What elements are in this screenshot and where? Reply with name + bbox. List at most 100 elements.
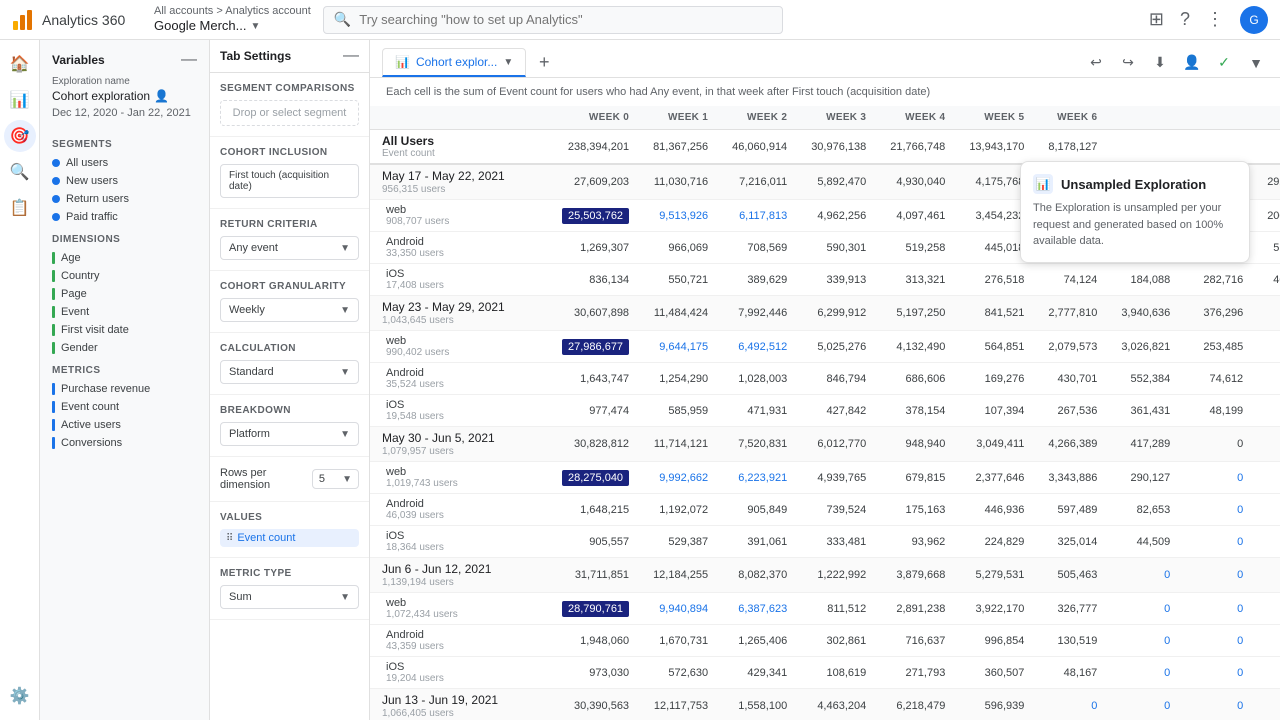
nav-reports-icon[interactable]: 📊 [4, 84, 36, 116]
values-tag[interactable]: ⠿ Event count [220, 529, 359, 547]
sidebar-item-event[interactable]: Event [48, 303, 201, 321]
sidebar-item-active-users[interactable]: Active users [48, 416, 201, 434]
sidebar-item-age[interactable]: Age [48, 249, 201, 267]
return-criteria-select[interactable]: Any event ▼ [220, 236, 359, 260]
sidebar-item-event-count[interactable]: Event count [48, 398, 201, 416]
may23-android-label-cell: Android 35,524 users [370, 363, 550, 395]
sidebar-minimize-button[interactable]: — [181, 52, 197, 68]
col-header-week6: WEEK 6 [1036, 106, 1109, 130]
table-row-group-jun6: Jun 6 - Jun 12, 2021 1,139,194 users 31,… [370, 558, 1280, 593]
table-row-may17-ios: iOS 17,408 users 836,134550,721389,62933… [370, 264, 1280, 296]
nav-explore-icon[interactable]: 🎯 [4, 120, 36, 152]
tab-settings-panel: Tab Settings — SEGMENT COMPARISONS Drop … [210, 40, 370, 720]
sidebar-item-purchase-revenue[interactable]: Purchase revenue [48, 380, 201, 398]
chevron-down-icon: ▼ [340, 367, 350, 378]
g1-w9: 292,603 [1255, 164, 1280, 200]
col-header-week7 [1109, 106, 1182, 130]
breadcrumb-bottom[interactable]: Google Merch... ▼ [154, 18, 311, 35]
table-row-group-jun13: Jun 13 - Jun 19, 2021 1,066,405 users 30… [370, 689, 1280, 720]
nav-home-icon[interactable]: 🏠 [4, 48, 36, 80]
chart-icon: 📊 [395, 55, 410, 69]
col-header-week1: WEEK 1 [641, 106, 720, 130]
table-container[interactable]: WEEK 0 WEEK 1 WEEK 2 WEEK 3 WEEK 4 WEEK … [370, 106, 1280, 720]
person-icon: 👤 [154, 89, 169, 103]
redo-button[interactable]: ↪ [1116, 51, 1140, 75]
metric-bar [52, 437, 55, 449]
nav-advertising-icon[interactable]: 🔍 [4, 156, 36, 188]
metric-bar [52, 419, 55, 431]
sidebar-item-gender[interactable]: Gender [48, 339, 201, 357]
nav-configure-icon[interactable]: 📋 [4, 192, 36, 224]
g1-web-w3: 4,962,256 [799, 200, 878, 232]
all-users-week8 [1182, 130, 1255, 165]
all-users-week6: 8,178,127 [1036, 130, 1109, 165]
rows-per-dimension-select[interactable]: 5 ▼ [312, 469, 359, 489]
tab-cohort-exploration[interactable]: 📊 Cohort explor... ▼ [382, 48, 526, 77]
segment-comparisons-section: SEGMENT COMPARISONS Drop or select segme… [210, 73, 369, 137]
add-tab-button[interactable]: + [530, 49, 558, 77]
search-bar[interactable]: 🔍 [323, 6, 783, 34]
values-section: VALUES ⠿ Event count [210, 502, 369, 558]
download-button[interactable]: ⬇ [1148, 51, 1172, 75]
cohort-granularity-section: COHORT GRANULARITY Weekly ▼ [210, 271, 369, 333]
metrics-label: METRICS [48, 357, 201, 380]
grid-icon[interactable]: ⊞ [1149, 9, 1164, 30]
share-button[interactable]: 👤 [1180, 51, 1204, 75]
table-row-jun6-android: Android 43,359 users 1,948,0601,670,7311… [370, 625, 1280, 657]
may17-android-label-cell: Android 33,350 users [370, 232, 550, 264]
col-header-week5: WEEK 5 [957, 106, 1036, 130]
nav-settings-icon[interactable]: ⚙️ [4, 680, 36, 712]
check-button[interactable]: ✓ [1212, 51, 1236, 75]
exploration-label: Exploration name [48, 76, 201, 89]
g1-w3: 5,892,470 [799, 164, 878, 200]
calculation-label: CALCULATION [220, 343, 359, 354]
data-area: Each cell is the sum of Event count for … [370, 78, 1280, 720]
all-users-week4: 21,766,748 [878, 130, 957, 165]
sidebar-item-return-users[interactable]: Return users [48, 190, 201, 208]
calculation-section: CALCULATION Standard ▼ [210, 333, 369, 395]
sidebar-item-page[interactable]: Page [48, 285, 201, 303]
cohort-inclusion-select[interactable]: First touch (acquisition date) [220, 164, 359, 198]
group-jun6-label-cell: Jun 6 - Jun 12, 2021 1,139,194 users [370, 558, 550, 593]
segments-label: SEGMENTS [48, 131, 201, 154]
help-icon[interactable]: ? [1180, 9, 1190, 30]
sidebar-item-country[interactable]: Country [48, 267, 201, 285]
sidebar-item-all-users[interactable]: All users [48, 154, 201, 172]
table-row-may23-ios: iOS 19,548 users 977,474585,959471,93142… [370, 395, 1280, 427]
g1-w0: 27,609,203 [550, 164, 641, 200]
table-row-may23-web: web 990,402 users 27,986,677 9,644,175 6… [370, 331, 1280, 363]
top-icons: ⊞ ? ⋮ G [1149, 6, 1268, 34]
logo-area: Analytics 360 [12, 9, 142, 31]
calculation-select[interactable]: Standard ▼ [220, 360, 359, 384]
sidebar-item-paid-traffic[interactable]: Paid traffic [48, 208, 201, 226]
table-row-jun6-ios: iOS 19,204 users 973,030572,630429,34110… [370, 657, 1280, 689]
segment-drop-zone[interactable]: Drop or select segment [220, 100, 359, 126]
return-criteria-label: RETURN CRITERIA [220, 219, 359, 230]
tab-bar: 📊 Cohort explor... ▼ + ↩ ↪ ⬇ 👤 ✓ ▼ [370, 40, 1280, 78]
tab-settings-minimize-button[interactable]: — [343, 48, 359, 64]
table-row-group-may23: May 23 - May 29, 2021 1,043,645 users 30… [370, 296, 1280, 331]
sidebar-item-new-users[interactable]: New users [48, 172, 201, 190]
sidebar-item-first-visit[interactable]: First visit date [48, 321, 201, 339]
jun6-web-label-cell: web 1,072,434 users [370, 593, 550, 625]
g1-w4: 4,930,040 [878, 164, 957, 200]
cohort-granularity-label: COHORT GRANULARITY [220, 281, 359, 292]
may17-web-label-cell: web 908,707 users [370, 200, 550, 232]
search-input[interactable] [359, 12, 772, 27]
breakdown-select[interactable]: Platform ▼ [220, 422, 359, 446]
breadcrumb-account: Google Merch... [154, 18, 247, 35]
cohort-granularity-select[interactable]: Weekly ▼ [220, 298, 359, 322]
group-may17-label-cell: May 17 - May 22, 2021 956,315 users [370, 164, 550, 200]
tab-actions: ↩ ↪ ⬇ 👤 ✓ ▼ [1084, 51, 1268, 75]
may23-ios-label-cell: iOS 19,548 users [370, 395, 550, 427]
avatar[interactable]: G [1240, 6, 1268, 34]
g1-web-w2: 6,117,813 [720, 200, 799, 232]
more-icon[interactable]: ⋮ [1206, 9, 1224, 30]
metric-type-select[interactable]: Sum ▼ [220, 585, 359, 609]
table-header-row: WEEK 0 WEEK 1 WEEK 2 WEEK 3 WEEK 4 WEEK … [370, 106, 1280, 130]
table-row-may23-android: Android 35,524 users 1,643,7471,254,2901… [370, 363, 1280, 395]
more-options-button[interactable]: ▼ [1244, 51, 1268, 75]
sidebar-item-conversions[interactable]: Conversions [48, 434, 201, 452]
tab-settings-header: Tab Settings — [210, 40, 369, 73]
undo-button[interactable]: ↩ [1084, 51, 1108, 75]
